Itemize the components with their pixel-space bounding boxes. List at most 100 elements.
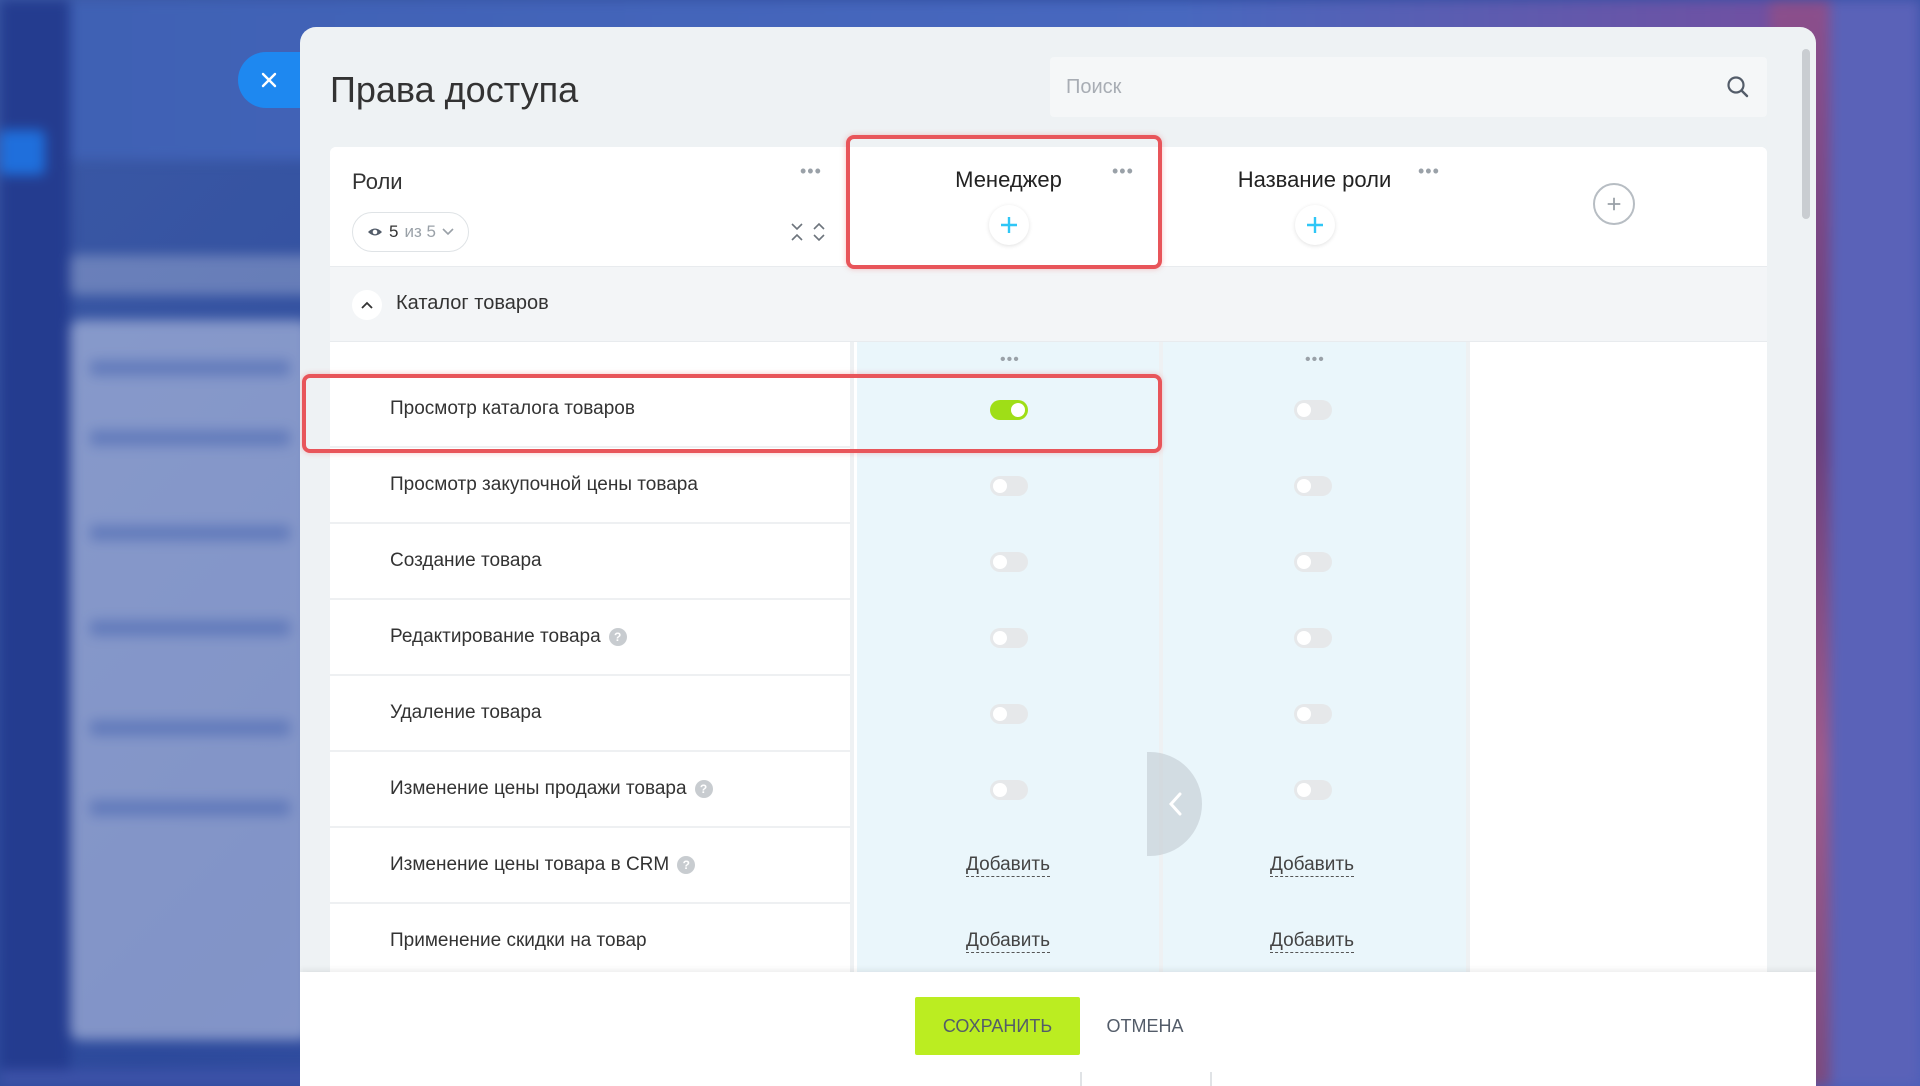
table-row: Удаление товара xyxy=(330,676,1767,752)
panel-footer: СОХРАНИТЬ ОТМЕНА xyxy=(300,972,1816,1086)
expand-all-icon[interactable] xyxy=(812,222,826,242)
table-header: Роли ••• 5 из 5 Менеджер ••• Название ро… xyxy=(330,147,1767,267)
table-row: Изменение цены продажи товара? xyxy=(330,752,1767,828)
footer-divider xyxy=(1210,1072,1212,1086)
permission-toggle[interactable] xyxy=(1294,704,1332,724)
permission-label-cell: Просмотр каталога товаров xyxy=(330,372,850,448)
permission-label-cell: Создание товара xyxy=(330,524,850,600)
add-value-link[interactable]: Добавить xyxy=(966,854,1050,877)
column-menu-icon[interactable]: ••• xyxy=(1305,351,1325,369)
role-column-role-name: Название роли ••• xyxy=(1163,147,1466,267)
background-row xyxy=(90,360,290,376)
permissions-table: Роли ••• 5 из 5 Менеджер ••• Название ро… xyxy=(330,147,1767,1007)
access-rights-panel: Права доступа Роли ••• 5 из 5 xyxy=(300,27,1816,1086)
permission-label: Применение скидки на товар xyxy=(390,930,647,952)
roles-visibility-counter[interactable]: 5 из 5 xyxy=(352,212,469,252)
background-title xyxy=(70,255,330,295)
permission-text: Редактирование товара xyxy=(390,626,601,647)
permission-label-cell: Редактирование товара? xyxy=(330,600,850,676)
permission-label-cell: Изменение цены продажи товара? xyxy=(330,752,850,828)
permission-text: Изменение цены товара в CRM xyxy=(390,854,670,875)
table-row: Применение скидки на товар Добавить Доба… xyxy=(330,904,1767,980)
permission-text: Просмотр закупочной цены товара xyxy=(390,474,698,495)
permission-toggle[interactable] xyxy=(1294,552,1332,572)
permission-toggle[interactable] xyxy=(1294,628,1332,648)
help-icon[interactable]: ? xyxy=(694,780,713,798)
collapse-expand-controls xyxy=(790,222,826,242)
permission-label-cell: Изменение цены товара в CRM? xyxy=(330,828,850,904)
background-row xyxy=(90,430,290,446)
save-button[interactable]: СОХРАНИТЬ xyxy=(915,997,1080,1055)
roles-menu-icon[interactable]: ••• xyxy=(800,161,822,182)
plus-icon xyxy=(1000,217,1017,233)
permission-toggle[interactable] xyxy=(990,628,1028,648)
background-card xyxy=(70,320,310,1040)
permission-label: Создание товара xyxy=(390,550,542,572)
add-value-link[interactable]: Добавить xyxy=(966,930,1050,953)
table-row: Создание товара xyxy=(330,524,1767,600)
permission-label-cell: Применение скидки на товар xyxy=(330,904,850,980)
search-input[interactable] xyxy=(1066,75,1725,99)
permission-toggle[interactable] xyxy=(990,552,1028,572)
table-row: Изменение цены товара в CRM? Добавить До… xyxy=(330,828,1767,904)
role-menu-icon[interactable]: ••• xyxy=(1112,161,1134,182)
add-value-link[interactable]: Добавить xyxy=(1270,854,1354,877)
permission-toggle[interactable] xyxy=(1294,400,1332,420)
table-row: Редактирование товара? xyxy=(330,600,1767,676)
permission-toggle[interactable] xyxy=(990,476,1028,496)
cancel-button[interactable]: ОТМЕНА xyxy=(1090,997,1200,1055)
permission-toggle-on[interactable] xyxy=(990,400,1028,420)
background-sidebar xyxy=(0,0,70,1086)
permission-label: Просмотр каталога товаров xyxy=(390,398,635,420)
permission-text: Применение скидки на товар xyxy=(390,930,647,951)
table-row: Просмотр закупочной цены товара xyxy=(330,448,1767,524)
add-value-link[interactable]: Добавить xyxy=(1270,930,1354,953)
counter-shown: 5 xyxy=(389,222,399,241)
chevron-left-icon xyxy=(1168,792,1181,816)
section-header[interactable]: Каталог товаров xyxy=(330,267,1767,342)
table-row: Просмотр каталога товаров xyxy=(330,372,1767,448)
background-row xyxy=(90,620,290,636)
permission-text: Удаление товара xyxy=(390,702,542,723)
search-icon[interactable] xyxy=(1725,74,1751,100)
help-icon[interactable]: ? xyxy=(608,628,627,646)
plus-icon xyxy=(1306,217,1323,233)
help-icon[interactable]: ? xyxy=(677,856,696,874)
permission-label: Изменение цены продажи товара? xyxy=(390,778,713,800)
section-collapse-button[interactable] xyxy=(352,290,382,320)
permission-label: Просмотр закупочной цены товара xyxy=(390,474,698,496)
permission-toggle[interactable] xyxy=(1294,476,1332,496)
role-column-manager: Менеджер ••• xyxy=(857,147,1160,267)
page-title: Права доступа xyxy=(330,69,579,110)
permission-toggle[interactable] xyxy=(990,780,1028,800)
background-row xyxy=(90,720,290,736)
permission-text: Просмотр каталога товаров xyxy=(390,398,635,419)
background-row xyxy=(90,800,290,816)
footer-divider xyxy=(1080,1072,1082,1086)
add-member-button[interactable] xyxy=(1294,205,1335,245)
section-title: Каталог товаров xyxy=(396,292,549,314)
plus-icon xyxy=(1607,197,1621,211)
permission-label-cell: Удаление товара xyxy=(330,676,850,752)
eye-icon xyxy=(368,228,382,236)
counter-total: из 5 xyxy=(404,222,436,241)
permission-toggle[interactable] xyxy=(1294,780,1332,800)
permission-text: Создание товара xyxy=(390,550,542,571)
add-role-button[interactable] xyxy=(1593,183,1635,225)
permission-toggle[interactable] xyxy=(990,704,1028,724)
roles-label: Роли xyxy=(352,169,403,194)
permission-label: Редактирование товара? xyxy=(390,626,627,648)
add-member-button[interactable] xyxy=(988,205,1029,245)
panel-scrollbar[interactable] xyxy=(1802,49,1810,219)
close-icon xyxy=(261,72,277,88)
background-sidebar-item xyxy=(0,130,45,175)
close-panel-button[interactable] xyxy=(238,52,304,108)
collapse-all-icon[interactable] xyxy=(790,222,804,242)
background-row xyxy=(90,525,290,541)
chevron-up-icon xyxy=(361,301,373,309)
search-box xyxy=(1050,57,1767,117)
column-menu-icon[interactable]: ••• xyxy=(1000,351,1020,369)
role-menu-icon[interactable]: ••• xyxy=(1418,161,1440,182)
permission-label: Изменение цены товара в CRM? xyxy=(390,854,696,876)
background-right-panel xyxy=(1830,0,1920,1086)
